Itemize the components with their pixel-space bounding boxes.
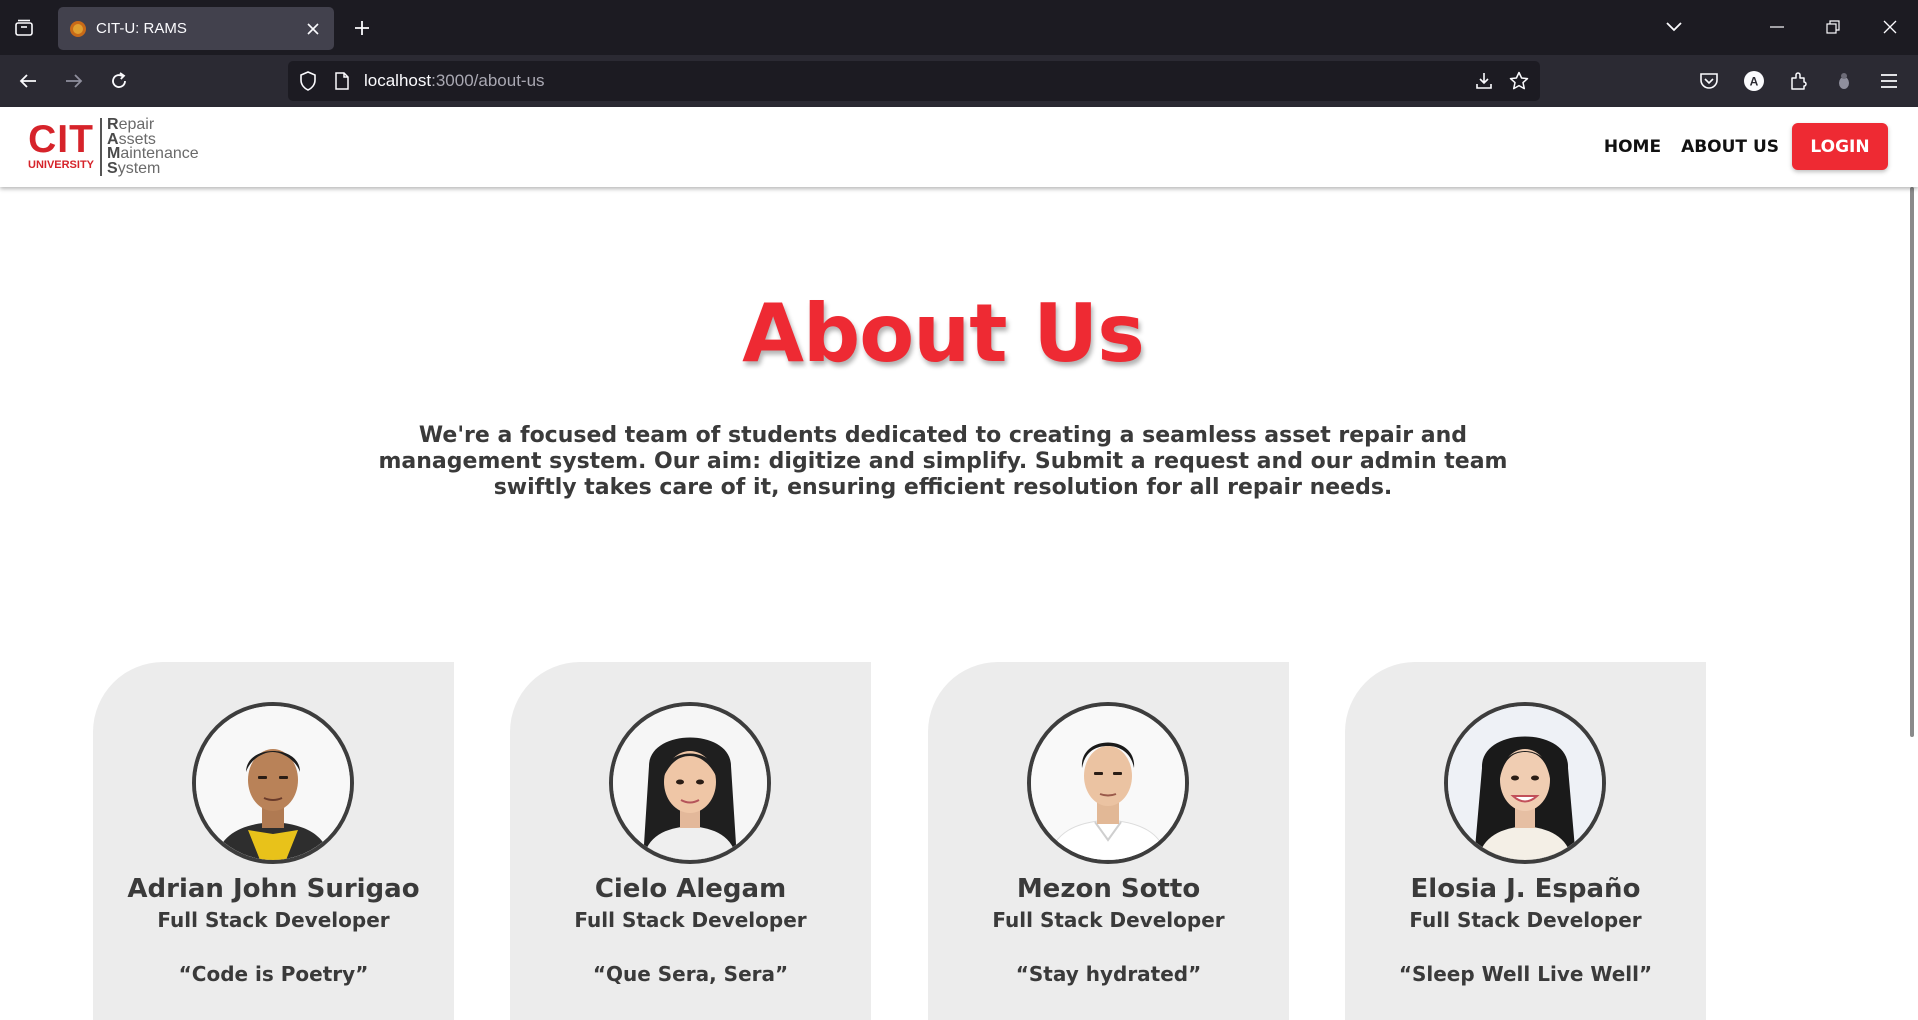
extensions-icon[interactable]: [1783, 65, 1815, 97]
member-quote: “Code is Poetry”: [178, 962, 369, 986]
member-role: Full Stack Developer: [992, 908, 1225, 932]
forward-icon[interactable]: [58, 65, 90, 97]
team-member-card: Adrian John Surigao Full Stack Developer…: [93, 662, 454, 1020]
account-initial: A: [1750, 75, 1759, 89]
close-window-icon[interactable]: [1874, 12, 1906, 42]
member-photo: [196, 706, 350, 860]
close-tab-icon[interactable]: [304, 20, 322, 38]
save-to-pocket-download-icon[interactable]: [1472, 69, 1496, 93]
extension-puzzle-icon[interactable]: [1828, 65, 1860, 97]
logo-cit-mark: CIT UNIVERSITY: [28, 118, 95, 172]
team-member-card: Elosia J. Españo Full Stack Developer “S…: [1345, 662, 1706, 1020]
minimize-icon[interactable]: [1761, 12, 1793, 42]
member-name: Adrian John Surigao: [127, 874, 420, 904]
member-photo: [1031, 706, 1185, 860]
logo-rams-words: Repair Assets Maintenance System: [107, 117, 199, 177]
page-icon[interactable]: [330, 69, 354, 93]
avatar: [192, 702, 354, 864]
browser-nav-bar: localhost:3000/about-us A: [0, 55, 1918, 107]
logo-word-system: System: [107, 159, 161, 177]
login-button[interactable]: LOGIN: [1792, 123, 1888, 170]
avatar: [609, 702, 771, 864]
nav-about-us-link[interactable]: ABOUT US: [1681, 137, 1779, 157]
member-name: Mezon Sotto: [1016, 874, 1201, 904]
member-quote: “Stay hydrated”: [1015, 962, 1202, 986]
tab-title: CIT-U: RAMS: [96, 20, 187, 37]
page-description: We're a focused team of students dedicat…: [378, 423, 1508, 500]
bookmark-star-icon[interactable]: [1507, 69, 1531, 93]
team-member-card: Cielo Alegam Full Stack Developer “Que S…: [510, 662, 871, 1020]
new-tab-icon[interactable]: [348, 14, 376, 42]
url-text: localhost:3000/about-us: [364, 71, 545, 91]
about-us-section: About Us We're a focused team of student…: [0, 187, 1902, 1020]
shield-icon[interactable]: [296, 69, 320, 93]
member-role: Full Stack Developer: [157, 908, 390, 932]
site-header: CIT UNIVERSITY Repair Assets Maintenance…: [0, 107, 1918, 187]
page-scrollbar[interactable]: [1910, 187, 1914, 737]
back-icon[interactable]: [12, 65, 44, 97]
member-name: Elosia J. Españo: [1410, 874, 1641, 904]
tab-list-icon[interactable]: [10, 14, 38, 42]
site-logo[interactable]: CIT UNIVERSITY Repair Assets Maintenance…: [28, 115, 199, 179]
member-photo: [1448, 706, 1602, 860]
list-all-tabs-icon[interactable]: [1658, 12, 1690, 42]
url-path: :3000/about-us: [431, 71, 545, 90]
url-bar[interactable]: localhost:3000/about-us: [288, 61, 1540, 101]
favicon-icon: [70, 20, 86, 37]
site-nav: HOME ABOUT US LOGIN: [1580, 123, 1888, 170]
logo-cit-text: CIT: [28, 118, 94, 161]
url-host: localhost: [364, 71, 432, 90]
avatar: [1027, 702, 1189, 864]
browser-tab-active[interactable]: CIT-U: RAMS: [58, 7, 334, 50]
restore-icon[interactable]: [1817, 12, 1849, 42]
page-title: About Us: [742, 287, 1145, 380]
menu-hamburger-icon[interactable]: [1873, 65, 1905, 97]
avatar: [1444, 702, 1606, 864]
member-role: Full Stack Developer: [574, 908, 807, 932]
nav-home-link[interactable]: HOME: [1604, 137, 1661, 157]
member-quote: “Que Sera, Sera”: [592, 962, 789, 986]
logo-university-text: UNIVERSITY: [28, 159, 95, 171]
account-avatar-icon[interactable]: A: [1738, 65, 1770, 97]
reload-icon[interactable]: [103, 65, 135, 97]
member-photo: [613, 706, 767, 860]
member-quote: “Sleep Well Live Well”: [1398, 962, 1653, 986]
browser-tab-bar: CIT-U: RAMS: [0, 0, 1918, 55]
logo-divider: [100, 118, 103, 176]
pocket-icon[interactable]: [1693, 65, 1725, 97]
member-name: Cielo Alegam: [594, 874, 787, 904]
team-member-card: Mezon Sotto Full Stack Developer “Stay h…: [928, 662, 1289, 1020]
member-role: Full Stack Developer: [1409, 908, 1642, 932]
